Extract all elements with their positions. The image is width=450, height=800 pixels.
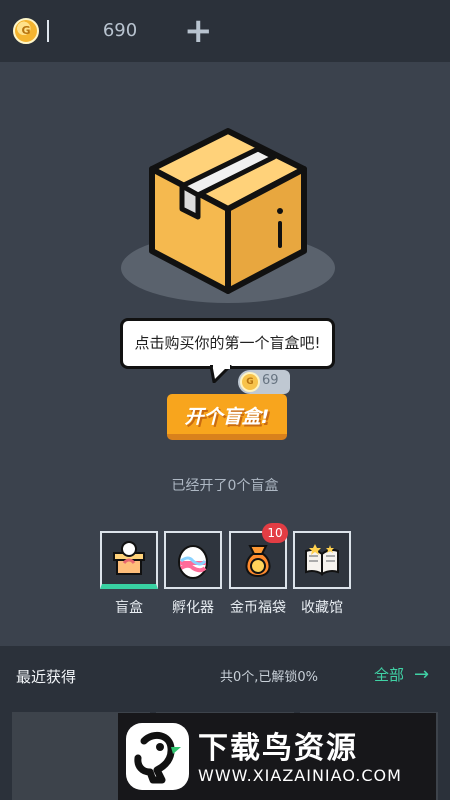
tab-collection[interactable] [293,531,351,589]
box-price: 69 [262,373,279,388]
view-all-link[interactable]: 全部 [374,664,410,686]
recent-summary: 共0个,已解锁0% [220,670,319,685]
gift-box-icon [113,541,145,575]
egg-icon [178,545,208,579]
notification-badge: 10 [262,523,288,543]
tab-label-coin-bag: 金币福袋 [230,600,286,616]
opened-count-text: 已经开了0个盲盒 [171,478,279,494]
price-tag: G 69 [238,370,290,394]
blind-box-icon [149,128,307,294]
tab-label-collection: 收藏馆 [301,600,343,616]
balance-divider [47,20,49,42]
money-bag-icon [245,545,271,578]
coin-symbol: G [21,24,31,37]
gold-coin-icon: G [13,18,39,44]
recent-header: 最近获得 共0个,已解锁0% 全部 → [0,646,450,710]
watermark-url: WWW.XIAZAINIAO.COM [198,766,402,785]
bird-icon [134,731,181,784]
add-coins-button[interactable]: + [184,14,213,48]
open-blind-box-button[interactable]: 开个盲盒! [167,394,287,440]
tab-incubator[interactable] [164,531,222,589]
recent-title: 最近获得 [16,668,77,686]
arrow-right-icon[interactable]: → [414,664,432,685]
price-coin-icon: G [240,372,260,392]
speech-tail-icon [210,365,232,383]
watermark-title: 下载鸟资源 [198,731,358,766]
watermark-logo-icon [126,723,189,790]
tab-label-blind-box: 盲盒 [115,600,143,616]
watermark-banner: 下载鸟资源 WWW.XIAZAINIAO.COM [118,713,436,800]
open-button-label: 开个盲盒! [184,406,270,428]
tab-label-incubator: 孵化器 [172,600,214,616]
purchase-prompt-bubble: 点击购买你的第一个盲盒吧! [120,318,335,369]
open-book-icon [305,544,339,576]
coin-balance: 690 [102,20,138,41]
tab-blind-box[interactable] [100,531,158,589]
top-bar: G 690 + [0,0,450,62]
